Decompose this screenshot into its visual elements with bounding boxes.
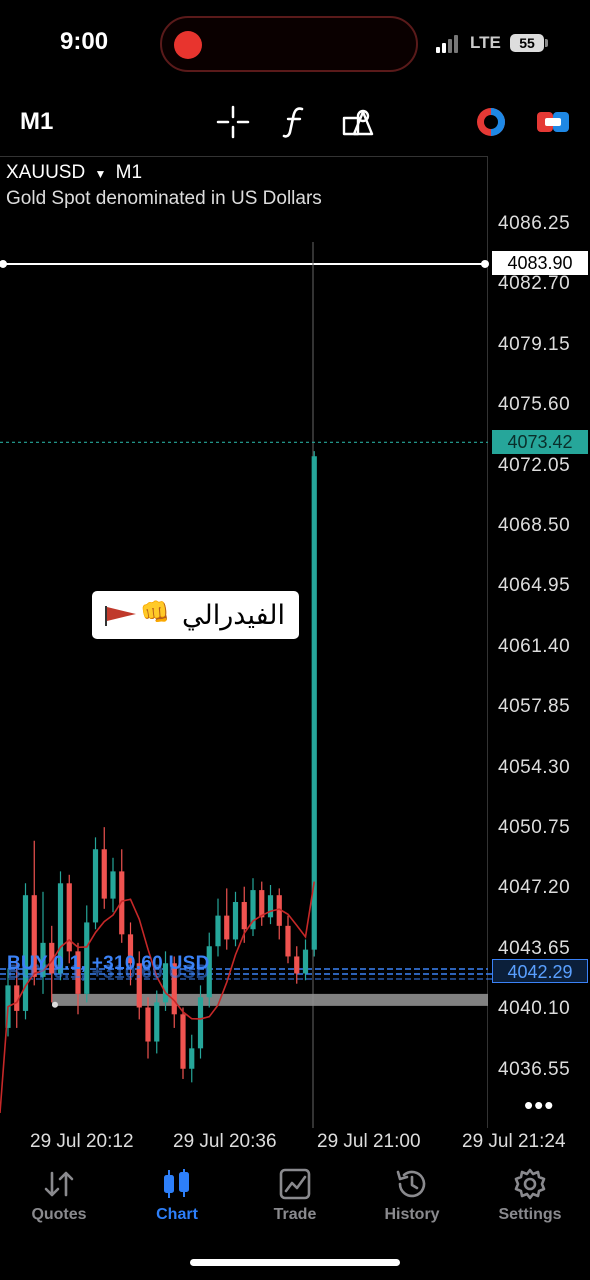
time-axis-label: 29 Jul 20:12 xyxy=(30,1131,134,1152)
price-axis-label: 4047.20 xyxy=(498,877,571,899)
price-axis-label: 4064.95 xyxy=(498,575,571,597)
flag-icon xyxy=(105,606,136,626)
trade-icon xyxy=(240,1166,350,1202)
nav-quotes-label: Quotes xyxy=(31,1206,87,1223)
nav-chart[interactable]: Chart xyxy=(122,1166,232,1224)
gear-icon xyxy=(475,1166,585,1202)
crosshair-handle-left xyxy=(0,259,7,268)
price-axis-label: 4082.70 xyxy=(498,273,571,295)
candle-body xyxy=(302,949,309,974)
candle-body xyxy=(154,1002,160,1042)
status-time: 9:00 xyxy=(60,28,109,55)
nav-history-label: History xyxy=(384,1206,440,1223)
candle-body xyxy=(92,849,99,923)
position-drag-handle xyxy=(52,1001,58,1008)
objects-icon[interactable] xyxy=(340,104,376,140)
candle-body xyxy=(311,456,317,950)
more-options-icon[interactable]: ••• xyxy=(524,1090,554,1121)
candle-body xyxy=(259,890,265,918)
candle-body xyxy=(285,925,291,957)
price-axis-label: 4079.15 xyxy=(498,333,571,355)
nav-settings-label: Settings xyxy=(498,1206,562,1223)
nav-history[interactable]: History xyxy=(357,1166,467,1224)
battery-icon: 55 xyxy=(510,34,544,52)
fist-icon: 👊 xyxy=(140,599,170,626)
time-axis-label: 29 Jul 20:36 xyxy=(173,1131,277,1152)
signal-strength-icon xyxy=(436,35,462,53)
price-axis-label: 4075.60 xyxy=(498,394,571,416)
timeframe-button[interactable]: M1 xyxy=(20,108,53,136)
candle-body xyxy=(215,915,221,947)
price-axis-label: 4050.75 xyxy=(498,817,571,838)
nav-chart-label: Chart xyxy=(156,1206,198,1223)
price-axis-label: 4036.55 xyxy=(498,1058,571,1080)
time-axis-label: 29 Jul 21:00 xyxy=(317,1131,421,1152)
candle-body xyxy=(197,997,204,1049)
candle-body xyxy=(241,902,247,930)
price-axis-label: 4043.65 xyxy=(498,937,571,959)
battery-tip xyxy=(545,39,548,47)
candle-body xyxy=(294,956,300,974)
time-axis-label: 29 Jul 21:24 xyxy=(462,1131,566,1152)
history-icon xyxy=(357,1166,467,1202)
price-axis-label: 4086.25 xyxy=(498,213,571,234)
symbol-name: XAUUSD xyxy=(6,162,86,183)
price-axis-label: 4068.50 xyxy=(498,515,571,536)
nav-settings[interactable]: Settings xyxy=(475,1166,585,1224)
position-drag-bar xyxy=(52,993,488,1006)
nav-trade-label: Trade xyxy=(273,1206,317,1223)
recording-dot-icon xyxy=(174,31,202,59)
candle-body xyxy=(180,1014,186,1069)
chart-candles-icon xyxy=(122,1166,232,1202)
candle-body xyxy=(145,1007,151,1042)
trade-panel-icon[interactable] xyxy=(535,104,571,140)
price-axis-label: 4072.05 xyxy=(498,454,571,476)
crosshair-handle-right xyxy=(481,259,489,268)
symbol-timeframe: M1 xyxy=(115,162,143,183)
price-axis-label: 4057.85 xyxy=(498,696,571,718)
indicators-icon[interactable] xyxy=(278,104,314,140)
bid-price-label: 4073.42 xyxy=(492,430,588,454)
candle-body xyxy=(110,871,116,899)
price-axis-label: 4040.10 xyxy=(498,998,571,1020)
candle-body xyxy=(224,915,230,940)
annotation-text: الفيدرالي xyxy=(182,600,285,630)
crosshair-icon[interactable] xyxy=(215,104,251,140)
symbol-header[interactable]: XAUUSD ▼ M1 xyxy=(6,162,142,184)
candle-body xyxy=(232,902,239,940)
price-axis-label: 4061.40 xyxy=(498,635,571,657)
position-label[interactable]: BUY 0.1, +310.60 USD xyxy=(7,953,210,975)
nav-trade[interactable]: Trade xyxy=(240,1166,350,1224)
one-click-trading-icon[interactable] xyxy=(473,104,509,140)
candle-body xyxy=(101,849,107,899)
home-indicator[interactable] xyxy=(190,1259,400,1266)
network-type: LTE xyxy=(470,33,501,52)
nav-quotes[interactable]: Quotes xyxy=(4,1166,114,1224)
candle-body xyxy=(267,895,274,918)
quotes-icon xyxy=(4,1166,114,1202)
position-price-label: 4042.29 xyxy=(492,959,588,983)
crosshair-price-label: 4083.90 xyxy=(492,251,588,275)
symbol-dropdown-icon[interactable]: ▼ xyxy=(94,167,106,181)
price-axis-label: 4054.30 xyxy=(498,756,571,778)
symbol-description: Gold Spot denominated in US Dollars xyxy=(6,188,322,209)
candle-body xyxy=(189,1048,195,1069)
